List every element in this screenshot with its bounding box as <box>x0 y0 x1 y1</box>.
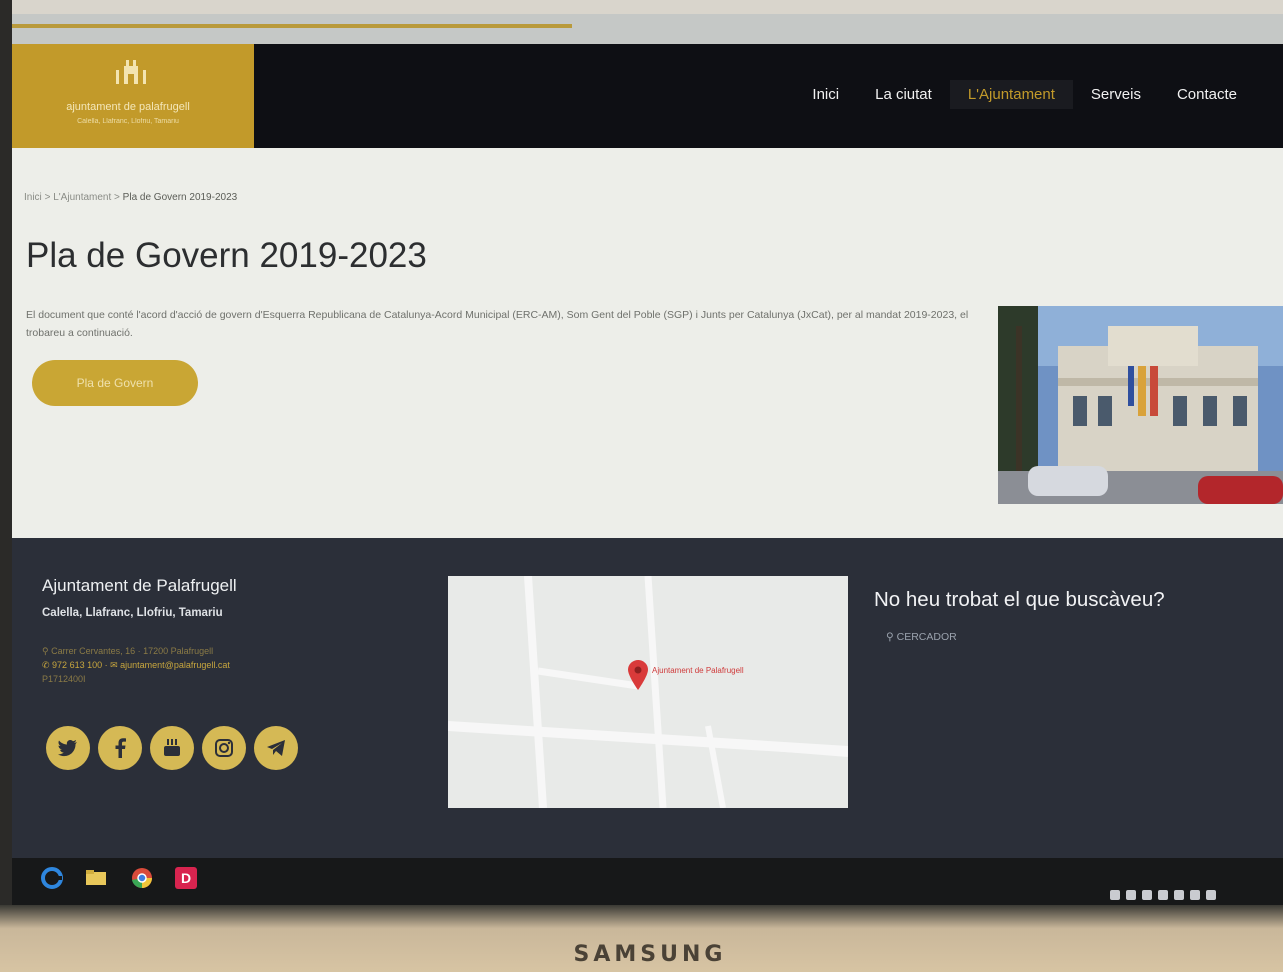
town-emblem-icon <box>116 60 146 84</box>
system-tray <box>1110 890 1216 900</box>
location-icon: ⚲ <box>42 646 52 656</box>
loading-bar <box>12 24 572 28</box>
telegram-icon[interactable] <box>254 726 298 770</box>
monitor-brand-label: SAMSUNG <box>573 942 727 967</box>
breadcrumb-current: Pla de Govern 2019-2023 <box>122 192 238 203</box>
site-logo[interactable]: ajuntament de palafrugell Calella, Llafr… <box>12 44 254 148</box>
social-links <box>46 726 298 770</box>
nav-item-ajuntament[interactable]: L'Ajuntament <box>949 80 1073 109</box>
main-content: Inici > L'Ajuntament > Pla de Govern 201… <box>12 148 1283 538</box>
twitter-icon[interactable] <box>46 726 90 770</box>
search-heading: No heu trobat el que buscàveu? <box>874 588 1165 611</box>
youtube-icon[interactable] <box>150 726 194 770</box>
screen: ajuntament de palafrugell Calella, Llafr… <box>12 14 1283 905</box>
tray-icon[interactable] <box>1174 890 1184 900</box>
main-nav: Inici La ciutat L'Ajuntament Serveis Con… <box>794 80 1255 109</box>
nav-item-inici[interactable]: Inici <box>794 80 857 109</box>
monitor-bezel-left <box>0 0 12 972</box>
browser-top-strip <box>12 14 1283 44</box>
tray-icon[interactable] <box>1158 890 1168 900</box>
search-link-label: CERCADOR <box>896 631 957 643</box>
svg-text:D: D <box>181 870 191 886</box>
town-hall-photo <box>998 306 1283 504</box>
map-label: Ajuntament de Palafrugell <box>652 666 744 675</box>
tray-icon[interactable] <box>1206 890 1216 900</box>
site-footer: Ajuntament de Palafrugell Calella, Llafr… <box>12 538 1283 858</box>
phone-icon: ✆ <box>42 660 53 670</box>
breadcrumb-link-ajuntament[interactable]: L'Ajuntament <box>53 192 111 203</box>
footer-address: Carrer Cervantes, 16 · 17200 Palafrugell <box>51 646 214 656</box>
nav-item-contacte[interactable]: Contacte <box>1159 80 1255 109</box>
email-icon: ✉ <box>110 660 121 670</box>
chrome-icon[interactable] <box>130 866 154 890</box>
breadcrumb-link-inici[interactable]: Inici <box>24 192 42 203</box>
pla-de-govern-button[interactable]: Pla de Govern <box>32 360 198 406</box>
map-pin-icon <box>628 660 648 690</box>
breadcrumb-separator: > <box>44 192 51 203</box>
tray-icon[interactable] <box>1142 890 1152 900</box>
footer-nif: P1712400I <box>42 674 86 684</box>
nav-item-serveis[interactable]: Serveis <box>1073 80 1159 109</box>
logo-name: ajuntament de palafrugell <box>66 101 190 113</box>
file-explorer-icon[interactable] <box>84 866 108 890</box>
page-title: Pla de Govern 2019-2023 <box>26 236 427 275</box>
tray-icon[interactable] <box>1110 890 1120 900</box>
taskbar: D <box>12 858 1283 905</box>
app-d-icon[interactable]: D <box>174 866 198 890</box>
footer-email[interactable]: ajuntament@palafrugell.cat <box>120 660 230 670</box>
tray-icon[interactable] <box>1190 890 1200 900</box>
search-link[interactable]: ⚲ CERCADOR <box>886 631 957 643</box>
footer-towns: Calella, Llafranc, Llofriu, Tamariu <box>42 607 223 619</box>
nav-item-la-ciutat[interactable]: La ciutat <box>857 80 950 109</box>
tray-icon[interactable] <box>1126 890 1136 900</box>
instagram-icon[interactable] <box>202 726 246 770</box>
site-header: ajuntament de palafrugell Calella, Llafr… <box>12 44 1283 148</box>
logo-subtitle: Calella, Llafranc, Llofriu, Tamariu <box>77 118 179 125</box>
monitor-bezel-top <box>0 0 1283 14</box>
search-icon: ⚲ <box>886 631 897 643</box>
footer-phone[interactable]: 972 613 100 <box>52 660 102 670</box>
location-map[interactable]: Ajuntament de Palafrugell <box>448 576 848 808</box>
edge-icon[interactable] <box>40 866 64 890</box>
intro-paragraph: El document que conté l'acord d'acció de… <box>26 309 969 339</box>
footer-org-name: Ajuntament de Palafrugell <box>42 576 237 595</box>
breadcrumb-separator: > <box>114 192 120 203</box>
facebook-icon[interactable] <box>98 726 142 770</box>
breadcrumb: Inici > L'Ajuntament > Pla de Govern 201… <box>24 192 237 203</box>
footer-contact: ⚲ Carrer Cervantes, 16 · 17200 Palafruge… <box>42 646 230 684</box>
